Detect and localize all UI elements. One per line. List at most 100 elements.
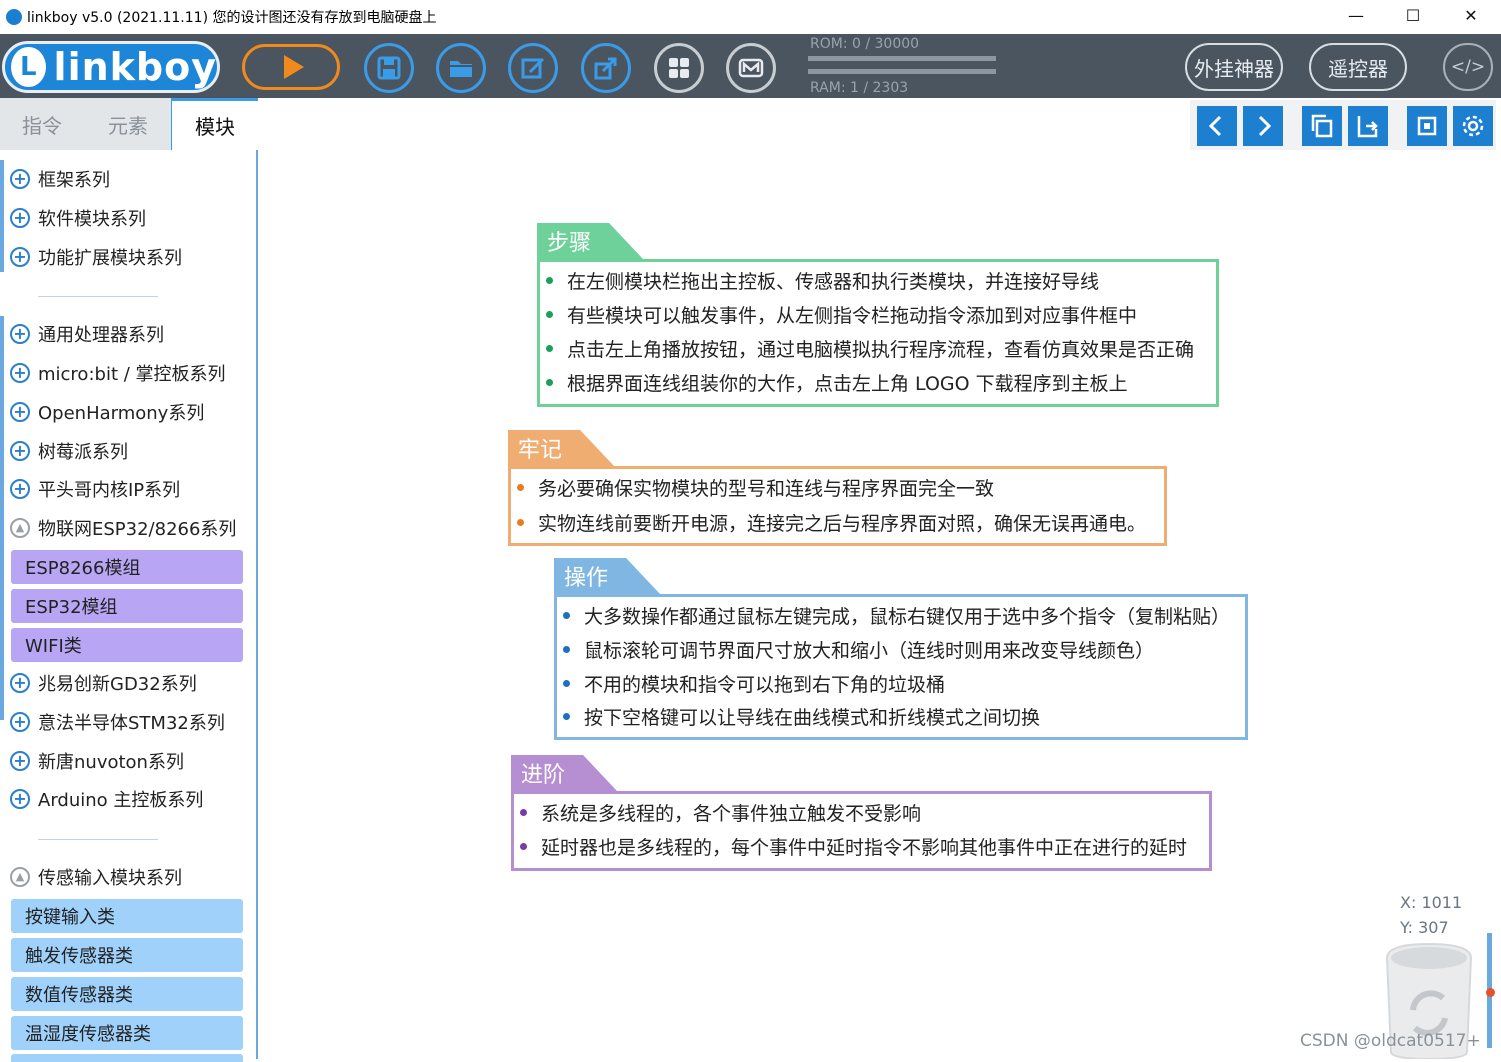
note-line: 在左侧模块栏拖出主控板、传感器和执行类模块，并连接好导线 xyxy=(546,267,1099,294)
note-box-remember[interactable]: 务必要确保实物模块的型号和连线与程序界面完全一致 实物连线前要断开电源，连接完之… xyxy=(508,466,1167,546)
subitem-trigger-sensor[interactable]: 触发传感器类 xyxy=(11,938,243,972)
group-general-processors[interactable]: + 通用处理器系列 xyxy=(10,319,164,349)
play-button[interactable] xyxy=(242,44,340,90)
message-button[interactable] xyxy=(726,43,776,93)
group-indicator xyxy=(0,160,4,272)
note-line: 实物连线前要断开电源，连接完之后与程序界面对照，确保无误再通电。 xyxy=(517,509,1146,536)
group-label: 传感输入模块系列 xyxy=(38,868,182,889)
tab-instructions[interactable]: 指令 xyxy=(0,98,84,150)
design-canvas[interactable]: 步骤 在左侧模块栏拖出主控板、传感器和执行类模块，并连接好导线 有些模块可以触发… xyxy=(260,98,1501,1059)
sidebar-divider xyxy=(38,296,158,297)
bullet-icon xyxy=(546,311,553,318)
linkboy-logo-button[interactable]: L linkboy xyxy=(2,41,220,93)
group-software-modules[interactable]: + 软件模块系列 xyxy=(10,203,146,233)
window-title: linkboy v5.0 (2021.11.11) 您的设计图还没有存放到电脑硬… xyxy=(27,10,437,26)
plugin-button[interactable]: 外挂神器 xyxy=(1185,43,1283,91)
layout-grid-button[interactable] xyxy=(654,43,704,93)
copy-button[interactable] xyxy=(1302,106,1342,146)
group-label: 兆易创新GD32系列 xyxy=(38,674,197,695)
group-nuvoton[interactable]: + 新唐nuvoton系列 xyxy=(10,746,184,776)
export-icon xyxy=(594,57,617,80)
subitem-partial[interactable] xyxy=(11,1054,243,1062)
note-line: 按下空格键可以让导线在曲线模式和折线模式之间切换 xyxy=(563,703,1040,730)
sidebar-divider xyxy=(38,839,158,840)
bullet-icon xyxy=(563,646,570,653)
note-line-text: 根据界面连线组装你的大作，点击左上角 LOGO 下载程序到主板上 xyxy=(567,373,1128,395)
gear-icon xyxy=(1462,115,1484,137)
cursor-x-readout: X: 1011 xyxy=(1400,893,1463,912)
maximize-button[interactable]: ☐ xyxy=(1385,0,1441,30)
tab-elements[interactable]: 元素 xyxy=(86,98,170,150)
note-box-operations[interactable]: 大多数操作都通过鼠标左键完成，鼠标右键仅用于选中多个指令（复制粘贴） 鼠标滚轮可… xyxy=(554,594,1248,740)
paste-button[interactable] xyxy=(1348,106,1388,146)
main-toolbar: L linkboy ROM: 0 / 30000 RAM: 1 / 2303 外… xyxy=(0,34,1501,98)
note-title-advanced: 进阶 xyxy=(511,755,617,791)
subitem-button-input[interactable]: 按键输入类 xyxy=(11,899,243,933)
collapse-icon: ▲ xyxy=(10,867,30,887)
mail-icon xyxy=(738,58,764,78)
subitem-temp-humidity-sensor[interactable]: 温湿度传感器类 xyxy=(11,1016,243,1050)
group-pingtouge[interactable]: + 平头哥内核IP系列 xyxy=(10,474,180,504)
note-line-text: 不用的模块和指令可以拖到右下角的垃圾桶 xyxy=(584,674,946,696)
note-line-text: 实物连线前要断开电源，连接完之后与程序界面对照，确保无误再通电。 xyxy=(538,513,1147,535)
back-button[interactable] xyxy=(1197,106,1237,146)
group-iot-esp[interactable]: ▲ 物联网ESP32/8266系列 xyxy=(10,513,236,543)
chevron-left-icon xyxy=(1208,115,1222,137)
note-box-advanced[interactable]: 系统是多线程的，各个事件独立触发不受影响 延时器也是多线程的，每个事件中延时指令… xyxy=(511,791,1212,871)
fit-view-button[interactable] xyxy=(1407,106,1447,146)
group-extension-modules[interactable]: + 功能扩展模块系列 xyxy=(10,242,182,272)
group-label: OpenHarmony系列 xyxy=(38,403,205,424)
group-label: 树莓派系列 xyxy=(38,442,128,463)
note-line-text: 在左侧模块栏拖出主控板、传感器和执行类模块，并连接好导线 xyxy=(567,271,1100,293)
save-icon xyxy=(377,56,401,80)
forward-button[interactable] xyxy=(1243,106,1283,146)
note-line-text: 大多数操作都通过鼠标左键完成，鼠标右键仅用于选中多个指令（复制粘贴） xyxy=(584,606,1231,628)
group-label: 平头哥内核IP系列 xyxy=(38,480,181,501)
group-openharmony[interactable]: + OpenHarmony系列 xyxy=(10,397,204,427)
note-line-text: 延时器也是多线程的，每个事件中延时指令不影响其他事件中正在进行的延时 xyxy=(541,837,1188,859)
note-title-steps: 步骤 xyxy=(537,223,643,259)
grid-icon xyxy=(669,58,689,78)
subitem-value-sensor[interactable]: 数值传感器类 xyxy=(11,977,243,1011)
scroll-marker-icon xyxy=(1486,988,1495,997)
expand-icon: + xyxy=(10,751,30,771)
note-line: 延时器也是多线程的，每个事件中延时指令不影响其他事件中正在进行的延时 xyxy=(520,833,1187,860)
note-line: 务必要确保实物模块的型号和连线与程序界面完全一致 xyxy=(517,474,994,501)
minimize-button[interactable]: — xyxy=(1328,0,1384,30)
expand-icon: + xyxy=(10,479,30,499)
subitem-wifi[interactable]: WIFI类 xyxy=(11,628,243,662)
settings-button[interactable] xyxy=(1453,106,1493,146)
tab-modules[interactable]: 模块 xyxy=(171,98,258,150)
memory-usage: ROM: 0 / 30000 RAM: 1 / 2303 xyxy=(808,34,998,98)
close-button[interactable]: ✕ xyxy=(1443,0,1499,30)
subitem-esp8266[interactable]: ESP8266模组 xyxy=(11,550,243,584)
group-microbit[interactable]: + micro:bit / 掌控板系列 xyxy=(10,358,226,388)
bullet-icon xyxy=(546,379,553,386)
expand-icon: + xyxy=(10,363,30,383)
expand-icon: + xyxy=(10,169,30,189)
bullet-icon xyxy=(563,612,570,619)
note-line-text: 有些模块可以触发事件，从左侧指令栏拖动指令添加到对应事件框中 xyxy=(567,305,1138,327)
group-framework[interactable]: + 框架系列 xyxy=(10,164,110,194)
group-raspberry-pi[interactable]: + 树莓派系列 xyxy=(10,436,128,466)
export-button[interactable] xyxy=(581,43,631,93)
bullet-icon xyxy=(563,680,570,687)
group-arduino[interactable]: + Arduino 主控板系列 xyxy=(10,784,203,814)
note-title-text: 进阶 xyxy=(521,763,566,788)
edit-button[interactable] xyxy=(508,43,558,93)
code-view-button[interactable]: </> xyxy=(1443,43,1493,91)
note-box-steps[interactable]: 在左侧模块栏拖出主控板、传感器和执行类模块，并连接好导线 有些模块可以触发事件，… xyxy=(537,259,1219,407)
note-title-text: 步骤 xyxy=(547,231,592,256)
save-button[interactable] xyxy=(364,43,414,93)
expand-icon: + xyxy=(10,208,30,228)
bullet-icon xyxy=(546,345,553,352)
note-line: 不用的模块和指令可以拖到右下角的垃圾桶 xyxy=(563,670,945,697)
group-label: micro:bit / 掌控板系列 xyxy=(38,364,226,385)
open-folder-button[interactable] xyxy=(436,43,486,93)
group-sensor-input[interactable]: ▲ 传感输入模块系列 xyxy=(10,862,182,892)
group-stm32[interactable]: + 意法半导体STM32系列 xyxy=(10,707,225,737)
group-gd32[interactable]: + 兆易创新GD32系列 xyxy=(10,668,197,698)
chevron-right-icon xyxy=(1258,115,1272,137)
remote-control-button[interactable]: 遥控器 xyxy=(1309,43,1407,91)
subitem-esp32[interactable]: ESP32模组 xyxy=(11,589,243,623)
